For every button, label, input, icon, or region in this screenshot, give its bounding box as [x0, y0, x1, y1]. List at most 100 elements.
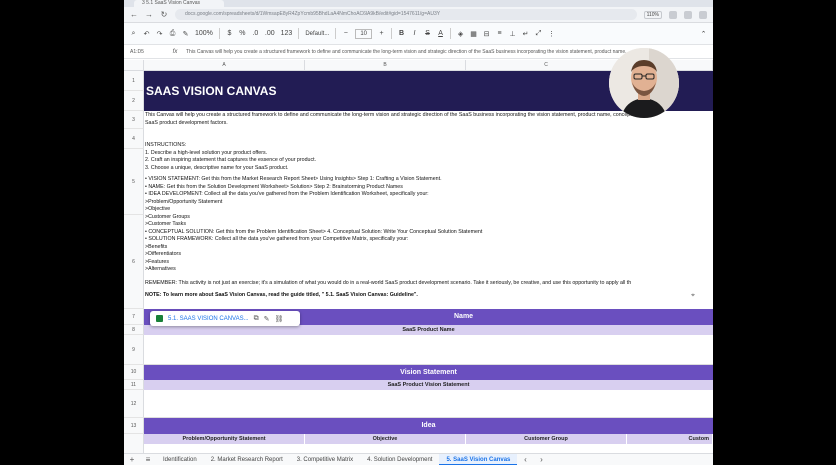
more-options-icon[interactable]: ⋮: [548, 30, 555, 38]
row-header[interactable]: 5: [124, 149, 144, 215]
idea-header-cell[interactable]: Custom: [627, 434, 713, 444]
edit-icon[interactable]: ✎: [264, 315, 270, 323]
font-size-decrease-button[interactable]: −: [342, 30, 349, 37]
font-size-input[interactable]: 10: [355, 28, 373, 39]
currency-button[interactable]: $: [226, 30, 233, 37]
sheet-tab[interactable]: 2. Market Research Report: [204, 454, 290, 465]
strikethrough-button[interactable]: S: [424, 30, 431, 37]
row-header[interactable]: 1: [124, 71, 144, 91]
chevron-left-icon[interactable]: ‹: [517, 455, 533, 464]
row-header[interactable]: 7: [124, 309, 144, 325]
vertical-align-icon[interactable]: ⊥: [509, 30, 516, 38]
extension-icon[interactable]: [669, 10, 677, 19]
row-header[interactable]: 12: [124, 390, 144, 418]
chevron-up-icon[interactable]: ⌃: [700, 30, 707, 38]
back-arrow-icon[interactable]: ←: [130, 10, 138, 19]
text-rotate-icon[interactable]: ⤢: [535, 30, 542, 38]
sheet-tab-active[interactable]: 5. SaaS Vision Canvas: [439, 453, 518, 465]
row-header[interactable]: 10: [124, 365, 144, 380]
vision-sub-header[interactable]: SaaS Product Vision Statement: [144, 380, 713, 390]
add-sheet-icon[interactable]: +: [124, 455, 140, 464]
forward-arrow-icon[interactable]: →: [145, 10, 153, 19]
zoom-badge[interactable]: 110%: [643, 10, 662, 19]
row-header[interactable]: 8: [124, 325, 144, 335]
instruction-line: >Alternatives: [145, 266, 176, 272]
idea-header-cell[interactable]: Customer Group: [466, 434, 627, 444]
row-header[interactable]: [124, 434, 144, 454]
url-input[interactable]: docs.google.com/spreadsheets/d/1WmsapE8y…: [175, 9, 637, 20]
font-size-increase-button[interactable]: +: [378, 30, 385, 37]
unlink-icon[interactable]: ⛓: [274, 315, 283, 323]
mouse-cursor-icon: ⌖: [691, 292, 695, 299]
font-select[interactable]: Default...: [305, 31, 329, 37]
select-all-corner[interactable]: [124, 60, 144, 71]
instructions-cell[interactable]: This Canvas will help you create a struc…: [144, 112, 713, 308]
row-number: 9: [132, 346, 135, 353]
instruction-line: >Customer Tasks: [145, 221, 186, 227]
fill-color-icon[interactable]: ◈: [457, 30, 464, 38]
divider: [391, 28, 393, 39]
reload-icon[interactable]: ↻: [160, 10, 168, 19]
italic-button[interactable]: I: [411, 30, 418, 37]
sheet-link-chip[interactable]: 5.1. SAAS VISION CANVAS... ⧉ ✎ ⛓: [150, 311, 300, 326]
browser-tab[interactable]: 3 5.1 SaaS Vision Canvas: [134, 0, 224, 7]
percent-button[interactable]: %: [239, 30, 246, 37]
note-line: NOTE: To learn more about SaaS Vision Ca…: [145, 292, 418, 298]
number-format-button[interactable]: 123: [281, 30, 293, 37]
sheet-tabs-bar: + ≡ Identification 2. Market Research Re…: [124, 453, 713, 465]
horizontal-align-icon[interactable]: ≡: [496, 30, 503, 37]
column-header-b[interactable]: B: [305, 60, 466, 71]
row-number: 12: [130, 400, 137, 407]
row-header[interactable]: 6: [124, 215, 144, 309]
row-number: 13: [130, 422, 137, 429]
chip-link-label[interactable]: 5.1. SAAS VISION CANVAS...: [168, 316, 249, 322]
vision-section-header[interactable]: Vision Statement: [144, 365, 713, 380]
row-header[interactable]: 9: [124, 335, 144, 365]
spreadsheet-grid[interactable]: A B C 1 2 3 4 5 6 7 8 9 10 11 12 13 SAAS…: [124, 60, 713, 454]
chevron-right-icon[interactable]: ›: [533, 455, 549, 464]
idea-header-cell[interactable]: Objective: [305, 434, 466, 444]
increase-decimal-button[interactable]: .00: [265, 30, 275, 37]
instruction-line: >Benefits: [145, 243, 168, 250]
product-name-input-cell[interactable]: [144, 335, 713, 365]
bold-button[interactable]: B: [398, 30, 405, 37]
decrease-decimal-button[interactable]: .0: [252, 30, 259, 37]
paint-format-icon[interactable]: ✎: [182, 30, 189, 38]
copy-icon[interactable]: ⧉: [254, 315, 259, 323]
profile-icon[interactable]: [699, 10, 707, 19]
sheet-tab[interactable]: 3. Competitive Matrix: [290, 454, 360, 465]
instruction-line: • CONCEPTUAL SOLUTION: Get this from the…: [145, 228, 483, 235]
name-box[interactable]: A1:D5: [124, 49, 164, 55]
row-header[interactable]: 11: [124, 380, 144, 390]
vision-statement-input-cell[interactable]: [144, 390, 713, 418]
extension-icon[interactable]: [684, 10, 692, 19]
text-wrap-icon[interactable]: ↵: [522, 30, 529, 38]
divider: [298, 28, 300, 39]
redo-icon[interactable]: ↷: [156, 30, 163, 38]
idea-section-header[interactable]: Idea: [144, 418, 713, 434]
divider: [218, 28, 220, 39]
row-header[interactable]: 3: [124, 111, 144, 129]
borders-icon[interactable]: ▦: [470, 30, 477, 38]
merge-cells-icon[interactable]: ⊟: [483, 30, 490, 38]
idea-header-row: Problem/Opportunity Statement Objective …: [144, 434, 713, 444]
all-sheets-icon[interactable]: ≡: [140, 455, 156, 464]
row-header[interactable]: 13: [124, 418, 144, 434]
intro-line: SaaS product development factors.: [145, 119, 228, 126]
name-sub-header[interactable]: SaaS Product Name: [144, 325, 713, 335]
text-color-button[interactable]: A: [437, 30, 444, 37]
print-icon[interactable]: ⎙: [169, 30, 176, 38]
instruction-line: • NAME: Get this from the Solution Devel…: [145, 183, 403, 190]
search-menus-icon[interactable]: ⌕: [130, 30, 137, 38]
zoom-select[interactable]: 100%: [195, 30, 213, 37]
column-header-a[interactable]: A: [144, 60, 305, 71]
undo-icon[interactable]: ↶: [143, 30, 150, 38]
column-header-c[interactable]: C: [466, 60, 627, 71]
row-header[interactable]: 4: [124, 129, 144, 149]
instruction-line: 1. Describe a high-level solution your p…: [145, 149, 268, 156]
idea-header-cell[interactable]: Problem/Opportunity Statement: [144, 434, 305, 444]
row-header[interactable]: 2: [124, 91, 144, 111]
sheet-tab[interactable]: Identification: [156, 454, 204, 465]
sheet-tab[interactable]: 4. Solution Development: [360, 454, 439, 465]
